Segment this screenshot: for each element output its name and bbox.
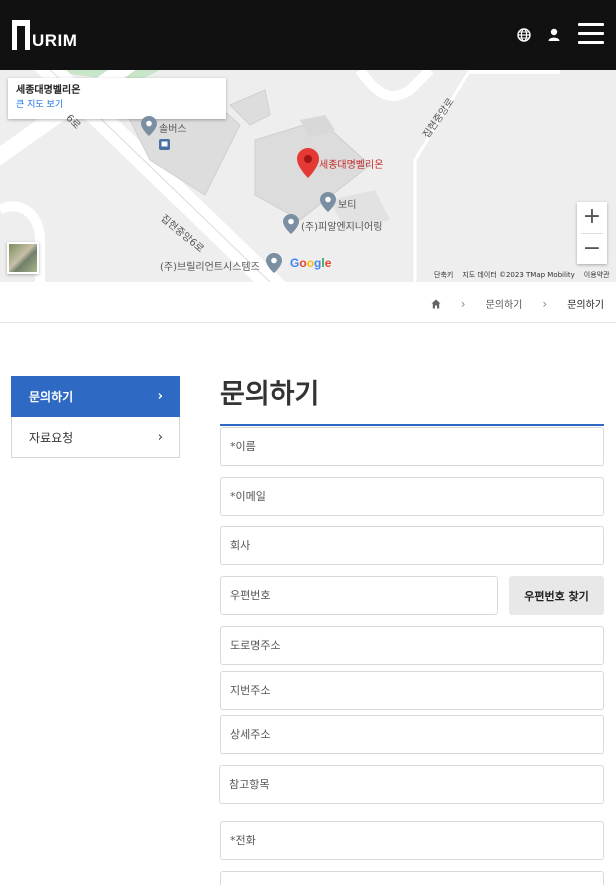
postal-code-field[interactable] (220, 576, 498, 615)
poi-label-pial[interactable]: (주)피알엔지니어링 (301, 218, 382, 233)
title-underline (220, 424, 604, 426)
zoom-out-button[interactable]: − (577, 234, 607, 265)
next-field[interactable] (220, 871, 604, 885)
page-title: 문의하기 (220, 379, 320, 410)
home-icon[interactable] (431, 299, 441, 309)
breadcrumb-separator-icon: › (460, 296, 466, 311)
map-footer: 단축키 지도 데이터 ©2023 TMap Mobility 이용약관 (434, 270, 610, 280)
reference-field[interactable] (219, 765, 604, 804)
breadcrumb-current[interactable]: 문의하기 (567, 296, 604, 311)
lot-address-field[interactable] (220, 671, 604, 710)
breadcrumb-separator-icon: › (542, 296, 548, 311)
logo-text: URIM (32, 31, 78, 50)
side-menu-label: 문의하기 (29, 390, 74, 404)
place-name: 세종대명벨리온 (16, 85, 81, 96)
side-menu: 문의하기 › 자료요청 › (11, 376, 180, 458)
side-menu-label: 자료요청 (29, 430, 74, 445)
road-address-field[interactable] (220, 626, 604, 665)
terms-link[interactable]: 이용약관 (584, 270, 610, 280)
email-field[interactable] (220, 477, 604, 516)
bus-stop-icon[interactable] (159, 139, 170, 150)
larger-map-link[interactable]: 큰 지도 보기 (16, 98, 218, 112)
place-info-card: 세종대명벨리온 큰 지도 보기 (8, 78, 226, 119)
detail-address-field[interactable] (220, 715, 604, 754)
keyboard-shortcuts-link[interactable]: 단축키 (434, 270, 453, 280)
poi-pin-icon[interactable] (320, 192, 336, 212)
poi-pin-icon[interactable] (266, 253, 282, 273)
phone-field[interactable] (220, 821, 604, 860)
hamburger-menu-icon[interactable] (578, 23, 604, 45)
poi-label-boti[interactable]: 보티 (338, 196, 356, 211)
zoom-in-button[interactable]: + (577, 202, 607, 233)
user-icon[interactable] (546, 27, 562, 43)
location-pin-icon[interactable] (297, 148, 319, 178)
site-header: URIM (0, 0, 616, 70)
name-field[interactable] (220, 427, 604, 466)
side-menu-item-inquiry[interactable]: 문의하기 › (11, 376, 180, 417)
satellite-toggle[interactable] (7, 242, 39, 274)
poi-pin-icon[interactable] (283, 214, 299, 234)
google-logo: Google (290, 256, 332, 270)
breadcrumb: › 문의하기 › 문의하기 (431, 296, 604, 311)
chevron-right-icon: › (157, 429, 163, 445)
postal-search-button[interactable]: 우편번호 찾기 (509, 576, 604, 615)
side-menu-item-data-request[interactable]: 자료요청 › (11, 417, 180, 458)
breadcrumb-bar: › 문의하기 › 문의하기 (0, 282, 616, 323)
pin-label[interactable]: 세종대명벨리온 (319, 156, 383, 171)
location-map[interactable]: 세종대명벨리온 큰 지도 보기 솔버스 세종대명벨리온 보티 (주)피알엔지니어… (0, 70, 616, 282)
poi-label-bus[interactable]: 솔버스 (159, 120, 187, 135)
company-field[interactable] (220, 526, 604, 565)
poi-label-brilliant[interactable]: (주)브릴리언트시스템즈 (160, 258, 260, 273)
breadcrumb-item[interactable]: 문의하기 (486, 296, 523, 311)
globe-icon[interactable] (516, 27, 532, 43)
logo-mark-icon (12, 20, 30, 50)
chevron-right-icon: › (157, 389, 163, 404)
zoom-control: + − (577, 202, 607, 264)
poi-pin-icon[interactable] (141, 116, 157, 136)
map-data-attribution: 지도 데이터 ©2023 TMap Mobility (462, 271, 575, 279)
urim-logo[interactable]: URIM (12, 18, 77, 50)
